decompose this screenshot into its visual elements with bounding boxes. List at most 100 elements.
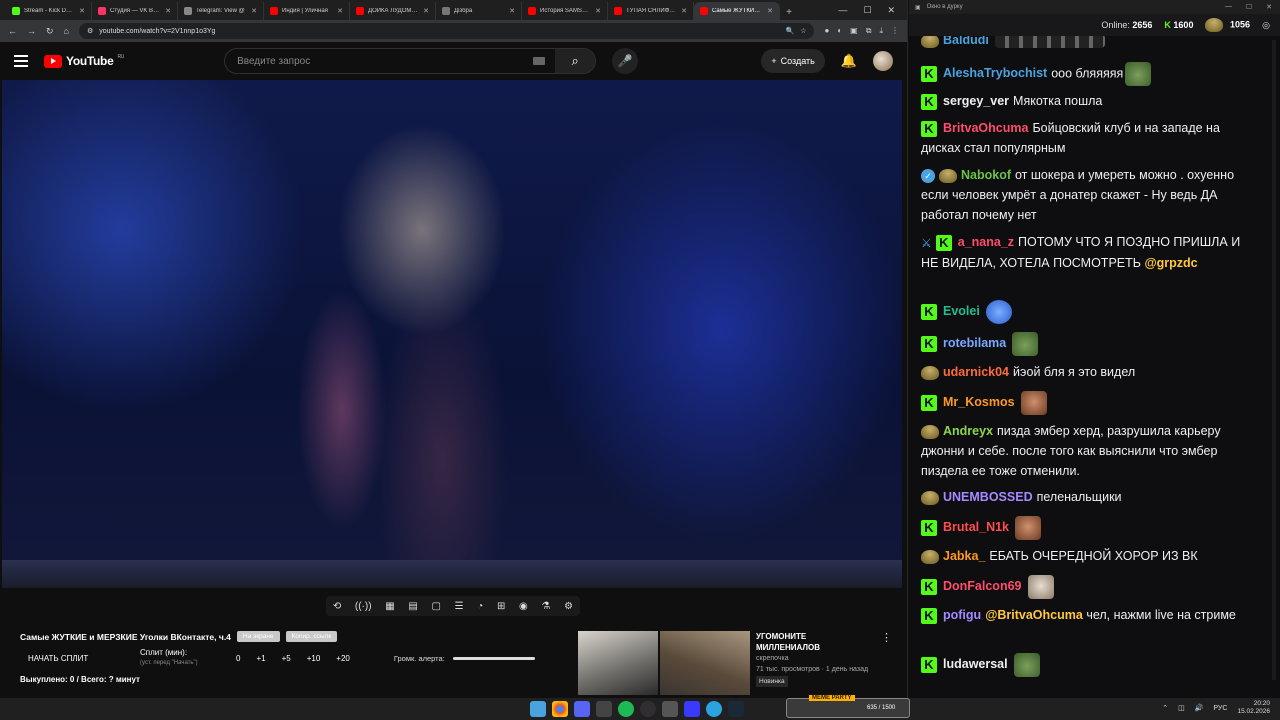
alert-volume-slider[interactable]: [452, 656, 535, 660]
minimize-icon[interactable]: —: [1225, 3, 1232, 11]
omnibox[interactable]: ⚙ youtube.com/watch?v=2V1nnp1o3Yg 🔍 ☆: [78, 23, 815, 39]
settings-gear-icon[interactable]: ⚙: [564, 601, 573, 612]
youtube-logo[interactable]: YouTube RU: [44, 54, 124, 68]
chat-username[interactable]: Brutal_N1k: [943, 520, 1009, 534]
browser-tab[interactable]: Индия | Уличная ✕: [264, 2, 350, 20]
browser-tab[interactable]: Дізбра ✕: [436, 2, 522, 20]
split-value-plus1[interactable]: +1: [256, 654, 265, 663]
site-info-icon[interactable]: ⚙: [87, 27, 93, 35]
back-icon[interactable]: ←: [8, 26, 17, 37]
speed-gauge-icon[interactable]: ◔: [477, 601, 483, 612]
browser-tab[interactable]: Самые ЖУТКИЕ и ✕: [694, 2, 780, 20]
network-icon[interactable]: ◫: [1178, 704, 1185, 712]
hamburger-menu-icon[interactable]: [14, 55, 28, 67]
browser-tab[interactable]: Студия — VK Видео ✕: [92, 2, 178, 20]
windows-start-icon[interactable]: [530, 701, 546, 717]
volume-icon[interactable]: 🔊: [1195, 704, 1204, 712]
url-text[interactable]: youtube.com/watch?v=2V1nnp1o3Yg: [99, 28, 779, 35]
browser-tab[interactable]: История SAMSUNG ✕: [522, 2, 608, 20]
screenshot-camera-icon[interactable]: ◉: [519, 601, 528, 612]
chat-username[interactable]: AleshaTrybochist: [943, 66, 1047, 80]
recommended-title-line2[interactable]: МИЛЛЕНИАЛОВ: [756, 642, 896, 653]
telegram-icon[interactable]: [706, 701, 722, 717]
split-value-plus20[interactable]: +20: [336, 654, 350, 663]
game-overlay-bar[interactable]: MEME PARTY 635 / 1500: [786, 695, 910, 718]
menu-dots-icon[interactable]: ⋮: [891, 26, 899, 36]
recommended-title-line1[interactable]: УГОМОНИТЕ: [756, 631, 896, 642]
recommended-video-card[interactable]: УГОМОНИТЕ МИЛЛЕНИАЛОВ скрепочка 71 тыс. …: [578, 631, 896, 695]
clapper-icon[interactable]: ▤: [408, 601, 417, 612]
tab-close-icon[interactable]: ✕: [595, 7, 601, 15]
chrome-icon[interactable]: [552, 701, 568, 717]
chat-username[interactable]: Mr_Kosmos: [943, 395, 1015, 409]
spotify-icon[interactable]: [618, 701, 634, 717]
extension-icon[interactable]: ◐: [837, 26, 842, 36]
tab-close-icon[interactable]: ✕: [681, 7, 687, 15]
app-icon[interactable]: [596, 701, 612, 717]
chat-username[interactable]: a_nana_z: [958, 235, 1014, 249]
chat-username[interactable]: DonFalcon69: [943, 579, 1022, 593]
list-icon[interactable]: ☰: [455, 601, 464, 612]
loop-icon[interactable]: ⟲: [333, 601, 341, 612]
tab-close-icon[interactable]: ✕: [165, 7, 171, 15]
browser-tab[interactable]: Telegram: View @ ✕: [178, 2, 264, 20]
browser-tab[interactable]: ТУПАЯ СНЛИФАН ✕: [608, 2, 694, 20]
chat-username[interactable]: Nabokof: [961, 168, 1011, 182]
playlist-icon[interactable]: ▦: [385, 601, 394, 612]
split-value-plus5[interactable]: +5: [282, 654, 291, 663]
language-indicator[interactable]: РУС: [1213, 705, 1227, 712]
close-icon[interactable]: ✕: [887, 5, 895, 16]
more-options-icon[interactable]: ⋮: [881, 633, 892, 644]
discord-icon[interactable]: [574, 701, 590, 717]
extension-icon[interactable]: ●: [824, 26, 829, 36]
chat-username[interactable]: Andreyx: [943, 424, 993, 438]
browser-tab[interactable]: ДОЙКА ЛУДОМАН ✕: [350, 2, 436, 20]
chat-mention[interactable]: @BritvaOhcuma: [985, 608, 1083, 622]
maximize-icon[interactable]: ☐: [863, 5, 871, 16]
split-value-0[interactable]: 0: [236, 654, 240, 663]
close-icon[interactable]: ✕: [1266, 3, 1272, 11]
create-button[interactable]: + Создать: [761, 49, 825, 73]
media-player-icon[interactable]: [684, 701, 700, 717]
chip-on-screen[interactable]: На экране: [236, 631, 280, 642]
pip-icon[interactable]: ▢: [431, 601, 440, 612]
browser-tab[interactable]: Stream - Kick Dash ✕: [6, 2, 92, 20]
maximize-icon[interactable]: ☐: [1246, 3, 1252, 11]
tab-close-icon[interactable]: ✕: [251, 7, 257, 15]
tray-chevron-icon[interactable]: ⌃: [1162, 704, 1168, 712]
tab-close-icon[interactable]: ✕: [509, 7, 515, 15]
notifications-bell-icon[interactable]: 🔔: [841, 53, 857, 69]
extensions-puzzle-icon[interactable]: ⧉: [866, 26, 872, 36]
split-value-plus10[interactable]: +10: [307, 654, 321, 663]
microphone-icon[interactable]: 🎤: [612, 48, 639, 74]
home-icon[interactable]: ⌂: [64, 26, 69, 37]
steam-icon[interactable]: [728, 701, 744, 717]
chat-username[interactable]: BritvaOhcuma: [943, 121, 1028, 135]
chat-username[interactable]: UNEMBOSSED: [943, 490, 1033, 504]
chat-username[interactable]: Jabka_: [943, 549, 985, 563]
search-box[interactable]: Введите запрос ⌕: [224, 48, 597, 74]
chat-username[interactable]: pofigu: [943, 608, 981, 622]
chat-mention[interactable]: @grpzdc: [1144, 256, 1197, 270]
chat-username[interactable]: Evolei: [943, 304, 980, 318]
clock[interactable]: 20:20 15.02.2026: [1237, 700, 1270, 716]
chat-username[interactable]: udarnick04: [943, 365, 1009, 379]
add-icon[interactable]: ⊞: [497, 601, 505, 612]
tab-close-icon[interactable]: ✕: [423, 7, 429, 15]
zoom-icon[interactable]: 🔍: [785, 27, 794, 35]
app-icon[interactable]: [662, 701, 678, 717]
reload-icon[interactable]: ↻: [46, 26, 54, 37]
obs-icon[interactable]: [640, 701, 656, 717]
search-icon[interactable]: ⌕: [555, 49, 596, 73]
chat-username[interactable]: sergey_ver: [943, 94, 1009, 108]
tab-close-icon[interactable]: ✕: [337, 7, 343, 15]
chat-settings-icon[interactable]: ◎: [1262, 20, 1270, 31]
keyboard-icon[interactable]: [533, 57, 546, 65]
download-icon[interactable]: ⤓: [879, 26, 883, 36]
forward-icon[interactable]: →: [27, 26, 36, 37]
extension-icon[interactable]: ▣: [850, 26, 858, 36]
chat-scrollbar[interactable]: [1272, 40, 1276, 680]
tab-close-icon[interactable]: ✕: [79, 7, 85, 15]
avatar[interactable]: [873, 51, 893, 71]
recommended-thumbnail[interactable]: [578, 631, 750, 695]
